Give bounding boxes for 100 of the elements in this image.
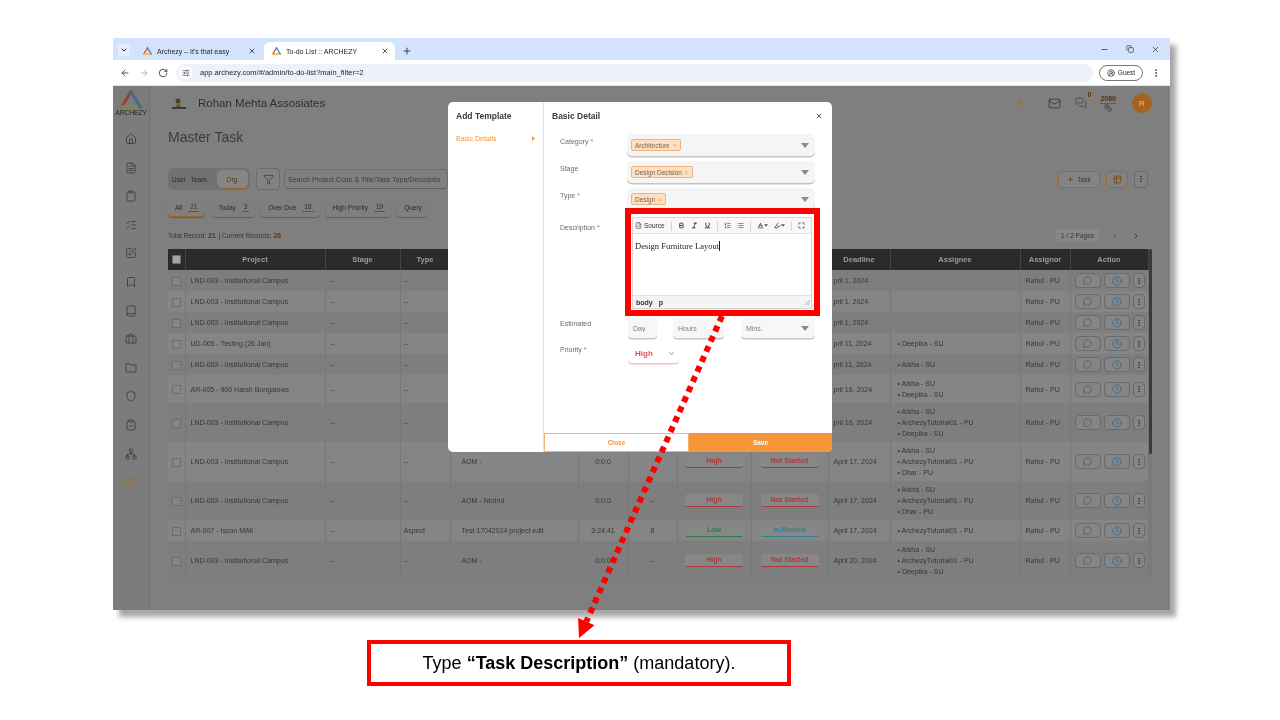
more-button[interactable] bbox=[1132, 336, 1145, 351]
clock-button[interactable] bbox=[1103, 294, 1130, 309]
next-page-icon[interactable] bbox=[1132, 231, 1140, 240]
tab-list-button[interactable] bbox=[118, 44, 130, 56]
chat-icon[interactable] bbox=[1074, 97, 1087, 109]
close-icon[interactable] bbox=[815, 112, 823, 120]
bookmark-icon[interactable] bbox=[125, 275, 137, 288]
bulleted-list-icon[interactable] bbox=[736, 222, 744, 229]
caret-down-icon[interactable] bbox=[801, 142, 809, 148]
more-button[interactable] bbox=[1132, 454, 1145, 469]
italic-icon[interactable] bbox=[690, 222, 698, 229]
select-all-checkbox[interactable] bbox=[171, 255, 181, 265]
row-checkbox[interactable] bbox=[172, 318, 181, 328]
reload-icon[interactable] bbox=[158, 67, 168, 78]
user-avatar[interactable]: R bbox=[1132, 93, 1152, 113]
more-button[interactable] bbox=[1132, 381, 1145, 397]
clock-button[interactable] bbox=[1103, 273, 1130, 288]
remove-icon[interactable] bbox=[683, 169, 689, 175]
highlighter-icon[interactable] bbox=[773, 222, 781, 229]
chat-button[interactable] bbox=[1074, 336, 1101, 351]
more-button[interactable] bbox=[1132, 523, 1145, 538]
clock-button[interactable] bbox=[1103, 454, 1130, 469]
shield-icon[interactable] bbox=[125, 390, 137, 403]
remove-icon[interactable] bbox=[657, 196, 663, 202]
more-button[interactable] bbox=[1132, 493, 1145, 508]
text-color-icon[interactable] bbox=[756, 222, 764, 229]
chat-button[interactable] bbox=[1074, 454, 1101, 469]
underline-icon[interactable] bbox=[703, 222, 711, 229]
more-button[interactable] bbox=[1132, 294, 1145, 309]
row-checkbox[interactable] bbox=[172, 418, 181, 428]
filter-button[interactable] bbox=[256, 168, 280, 190]
clock-icon bbox=[1111, 555, 1122, 566]
briefcase-icon[interactable] bbox=[125, 333, 137, 346]
restore-icon[interactable] bbox=[1126, 45, 1134, 53]
clock-button[interactable] bbox=[1103, 315, 1130, 330]
more-button[interactable] bbox=[1134, 170, 1148, 188]
maximize-icon[interactable] bbox=[797, 222, 805, 229]
clock-button[interactable] bbox=[1103, 381, 1130, 397]
row-checkbox[interactable] bbox=[172, 385, 181, 395]
coins-icon[interactable] bbox=[1104, 103, 1113, 112]
clock-button[interactable] bbox=[1103, 553, 1130, 568]
plus-icon[interactable] bbox=[402, 46, 412, 56]
more-button[interactable] bbox=[1132, 315, 1145, 330]
clock-button[interactable] bbox=[1103, 523, 1130, 538]
home-icon[interactable] bbox=[125, 133, 137, 145]
scrollbar[interactable] bbox=[1148, 249, 1152, 577]
previous-page-icon[interactable] bbox=[1111, 231, 1119, 240]
caret-down-icon[interactable] bbox=[801, 196, 809, 202]
forward-icon[interactable] bbox=[139, 67, 149, 78]
close-icon[interactable] bbox=[1151, 44, 1160, 54]
row-checkbox[interactable] bbox=[172, 276, 181, 286]
chat-button[interactable] bbox=[1074, 493, 1101, 508]
remove-icon[interactable] bbox=[671, 142, 677, 148]
chat-button[interactable] bbox=[1074, 523, 1101, 538]
scrollbar-thumb[interactable] bbox=[1148, 249, 1152, 454]
row-checkbox[interactable] bbox=[172, 526, 181, 536]
chat-button[interactable] bbox=[1074, 381, 1101, 397]
chat-button[interactable] bbox=[1074, 415, 1101, 430]
more-button[interactable] bbox=[1132, 415, 1145, 430]
caret-down-icon[interactable] bbox=[801, 169, 809, 175]
clock-button[interactable] bbox=[1103, 493, 1130, 508]
close-icon[interactable] bbox=[381, 47, 389, 55]
row-checkbox[interactable] bbox=[172, 496, 181, 506]
back-icon[interactable] bbox=[120, 67, 130, 78]
bold-icon[interactable] bbox=[677, 222, 685, 229]
row-checkbox[interactable] bbox=[172, 297, 181, 307]
network-icon[interactable] bbox=[125, 447, 137, 460]
clipboard-check-icon[interactable] bbox=[125, 418, 137, 431]
caret-down-icon[interactable] bbox=[780, 224, 785, 227]
chat-button[interactable] bbox=[1074, 273, 1101, 288]
more-button[interactable] bbox=[1132, 553, 1145, 568]
row-checkbox[interactable] bbox=[172, 360, 181, 370]
caret-down-icon[interactable] bbox=[763, 224, 768, 227]
chat-button[interactable] bbox=[1074, 315, 1101, 330]
document-icon[interactable] bbox=[125, 161, 137, 174]
clipboard-icon[interactable] bbox=[125, 190, 137, 203]
more-button[interactable] bbox=[1132, 273, 1145, 288]
clock-button[interactable] bbox=[1103, 415, 1130, 430]
numbered-list-icon[interactable] bbox=[723, 222, 731, 229]
edit-icon[interactable] bbox=[125, 247, 137, 260]
chat-button[interactable] bbox=[1074, 553, 1101, 568]
resize-grip-icon[interactable] bbox=[805, 299, 810, 305]
close-icon[interactable] bbox=[248, 47, 256, 55]
checklist-icon[interactable] bbox=[125, 218, 137, 231]
more-button[interactable] bbox=[1132, 357, 1145, 372]
caret-down-icon[interactable] bbox=[801, 326, 809, 331]
clock-button[interactable] bbox=[1103, 357, 1130, 372]
code-file-icon bbox=[635, 222, 642, 229]
chat-button[interactable] bbox=[1074, 357, 1101, 372]
site-info-button[interactable] bbox=[179, 66, 193, 79]
row-checkbox[interactable] bbox=[172, 556, 181, 566]
chat-button[interactable] bbox=[1074, 294, 1101, 309]
table-view-button[interactable] bbox=[1106, 170, 1128, 188]
row-checkbox[interactable] bbox=[172, 339, 181, 349]
mail-icon[interactable] bbox=[1047, 96, 1061, 110]
row-checkbox[interactable] bbox=[172, 457, 181, 467]
clock-button[interactable] bbox=[1103, 336, 1130, 351]
folder-icon[interactable] bbox=[125, 361, 137, 374]
caret-right-icon bbox=[532, 136, 535, 141]
book-icon[interactable] bbox=[125, 304, 137, 317]
